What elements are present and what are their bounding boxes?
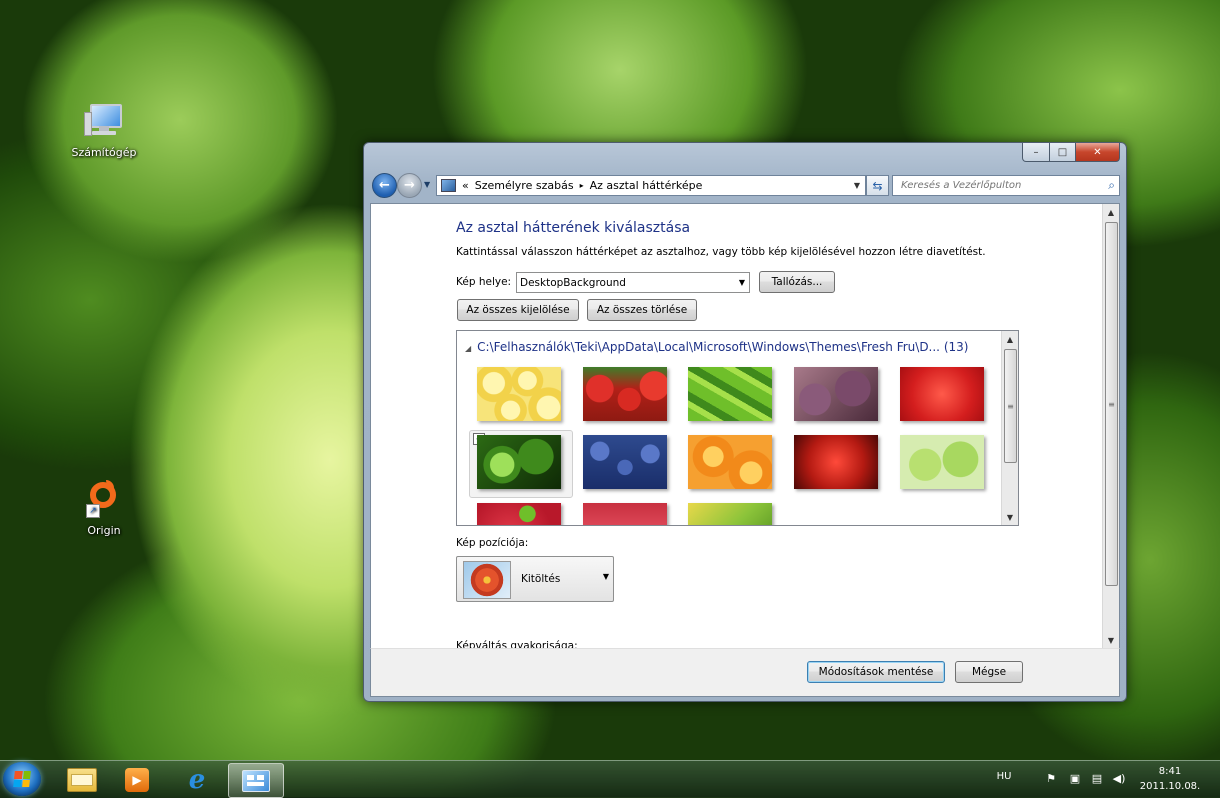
forward-button[interactable]: → xyxy=(397,173,422,198)
position-preview-image xyxy=(463,561,511,599)
media-player-icon: ▶ xyxy=(125,767,149,792)
gallery-thumb-strawberries[interactable] xyxy=(583,367,667,421)
search-icon[interactable]: ⌕ xyxy=(1108,178,1115,193)
refresh-button[interactable]: ⇆ xyxy=(866,175,889,196)
clock-date[interactable]: 2011.10.08. xyxy=(1138,781,1202,792)
picture-position-label: Kép pozíciója: xyxy=(456,537,529,549)
browse-button[interactable]: Tallózás... xyxy=(759,271,835,293)
clock-time[interactable]: 8:41 xyxy=(1138,766,1202,777)
gallery-thumb-mixed-fruit[interactable] xyxy=(688,503,772,525)
language-indicator[interactable]: HU xyxy=(992,771,1016,782)
page-scrollbar[interactable]: ▲ ≡ ▼ xyxy=(1102,204,1119,648)
breadcrumb-separator[interactable]: ▸ xyxy=(580,181,584,190)
page-title: Az asztal hátterének kiválasztása xyxy=(456,220,691,236)
gallery-group-header[interactable]: ◢ C:\Felhasználók\Teki\AppData\Local\Micr… xyxy=(465,340,968,354)
picture-location-select[interactable]: DesktopBackground ▼ xyxy=(516,272,750,293)
gallery-thumb-green-apples[interactable] xyxy=(900,435,984,489)
select-all-button[interactable]: Az összes kijelölése xyxy=(457,299,579,321)
clear-all-button[interactable]: Az összes törlése xyxy=(587,299,697,321)
picture-gallery[interactable]: ◢ C:\Felhasználók\Teki\AppData\Local\Micr… xyxy=(456,330,1019,526)
desktop-background-window: – □ ✕ ← → ▼ « Személyre szabás ▸ Az aszt… xyxy=(363,142,1127,702)
scroll-up-icon[interactable]: ▲ xyxy=(1002,331,1018,347)
gallery-thumb-figs[interactable] xyxy=(794,367,878,421)
dialog-footer: Módosítások mentése Mégse xyxy=(370,648,1120,697)
network-icon[interactable]: ▤ xyxy=(1090,772,1104,786)
breadcrumb-desktop-background[interactable]: Az asztal háttérképe xyxy=(590,179,703,192)
caption-buttons: – □ ✕ xyxy=(1022,143,1120,162)
gallery-thumb-lemon-slices[interactable] xyxy=(477,367,561,421)
scroll-down-icon[interactable]: ▼ xyxy=(1002,509,1018,525)
search-box[interactable]: ⌕ xyxy=(892,175,1120,196)
scroll-down-icon[interactable]: ▼ xyxy=(1103,632,1119,648)
gallery-thumb-pomegranate[interactable] xyxy=(794,435,878,489)
gallery-thumb-raspberries-close[interactable] xyxy=(900,367,984,421)
desktop-icon-label: Számítógép xyxy=(71,146,137,159)
desktop-icon-origin[interactable]: ↗ Origin xyxy=(64,480,144,537)
gallery-thumb-blueberries[interactable] xyxy=(583,435,667,489)
desktop-icon-label: Origin xyxy=(87,524,121,537)
refresh-icon: ⇆ xyxy=(872,178,883,193)
gallery-thumb-limes[interactable] xyxy=(477,435,561,489)
picture-location-value: DesktopBackground xyxy=(520,276,626,289)
volume-icon[interactable]: ◀) xyxy=(1112,772,1126,786)
gallery-scrollbar[interactable]: ▲ ≡ ▼ xyxy=(1001,331,1018,525)
computer-icon xyxy=(84,102,124,142)
minimize-button[interactable]: – xyxy=(1022,143,1050,162)
origin-icon: ↗ xyxy=(84,480,124,520)
windows-explorer-icon xyxy=(67,767,97,792)
taskbar: ▶ e HU ⚑ ▣ ▤ ◀) 8:41 2011.10.08. xyxy=(0,760,1220,798)
close-button[interactable]: ✕ xyxy=(1076,143,1120,162)
control-panel-icon xyxy=(242,769,270,792)
forward-arrow-icon: → xyxy=(404,178,415,193)
action-center-flag-icon[interactable]: ⚑ xyxy=(1044,772,1058,786)
gallery-thumb-cherries[interactable] xyxy=(583,503,667,525)
scroll-up-icon[interactable]: ▲ xyxy=(1103,204,1119,220)
taskbar-media-player[interactable]: ▶ xyxy=(110,763,164,796)
gallery-thumb-star-fruit[interactable] xyxy=(688,367,772,421)
internet-explorer-icon: e xyxy=(188,764,206,795)
taskbar-explorer[interactable] xyxy=(55,763,109,796)
start-button[interactable] xyxy=(3,762,41,796)
save-changes-button[interactable]: Módosítások mentése xyxy=(807,661,945,683)
windows-logo-icon xyxy=(13,771,31,787)
usb-device-icon[interactable]: ▣ xyxy=(1068,772,1082,786)
content-pane: Az asztal hátterének kiválasztása Kattin… xyxy=(370,203,1120,649)
collapse-group-icon[interactable]: ◢ xyxy=(465,344,471,353)
back-button[interactable]: ← xyxy=(372,173,397,198)
chevron-down-icon: ▼ xyxy=(602,572,609,581)
address-overflow[interactable]: « xyxy=(462,179,469,192)
search-input[interactable] xyxy=(899,179,1093,192)
picture-position-value: Kitöltés xyxy=(521,573,561,585)
gallery-group-title: C:\Felhasználók\Teki\AppData\Local\Micro… xyxy=(477,340,969,354)
recent-pages-dropdown[interactable]: ▼ xyxy=(424,180,430,189)
scrollbar-thumb[interactable]: ≡ xyxy=(1004,349,1017,463)
desktop-icon-computer[interactable]: Számítógép xyxy=(64,102,144,159)
taskbar-control-panel[interactable] xyxy=(228,763,284,798)
gallery-thumb-orange-slices[interactable] xyxy=(688,435,772,489)
address-bar[interactable]: « Személyre szabás ▸ Az asztal háttérkép… xyxy=(436,175,866,196)
control-panel-icon xyxy=(441,179,456,192)
chevron-down-icon: ▼ xyxy=(738,278,746,287)
picture-location-label: Kép helye: xyxy=(456,276,512,288)
gallery-thumb-raspberries[interactable] xyxy=(477,503,561,525)
cancel-button[interactable]: Mégse xyxy=(955,661,1023,683)
page-description: Kattintással válasszon háttérképet az as… xyxy=(456,246,986,258)
navigation-bar: ← → ▼ « Személyre szabás ▸ Az asztal hát… xyxy=(370,171,1120,198)
breadcrumb-personalization[interactable]: Személyre szabás xyxy=(475,179,574,192)
taskbar-internet-explorer[interactable]: e xyxy=(170,763,224,796)
scrollbar-thumb[interactable]: ≡ xyxy=(1105,222,1118,586)
picture-position-select[interactable]: Kitöltés ▼ xyxy=(456,556,614,602)
maximize-button[interactable]: □ xyxy=(1050,143,1076,162)
address-dropdown-icon[interactable]: ▼ xyxy=(849,181,865,190)
back-arrow-icon: ← xyxy=(379,178,390,193)
